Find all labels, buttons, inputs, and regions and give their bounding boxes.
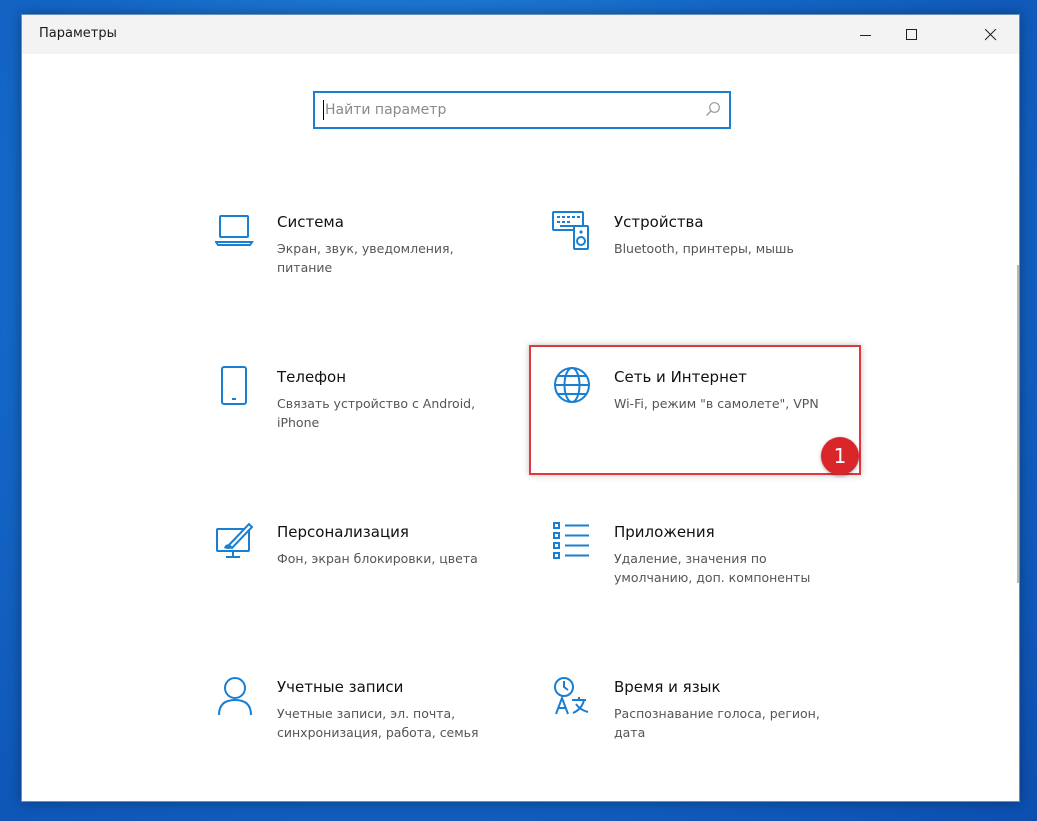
close-button[interactable] <box>968 15 1014 54</box>
tile-phone[interactable]: Телефон Связать устройство с Android, iP… <box>215 366 515 466</box>
tile-title: Персонализация <box>277 523 409 541</box>
tile-description: Распознавание голоса, регион, дата <box>614 706 820 740</box>
tile-description: Учетные записи, эл. почта, синхронизация… <box>277 706 479 740</box>
apps-list-icon <box>552 521 592 561</box>
highlight-frame <box>529 345 861 475</box>
tile-title: Время и язык <box>614 678 721 696</box>
window-title: Параметры <box>39 26 117 41</box>
tile-title: Устройства <box>614 213 704 231</box>
maximize-button[interactable] <box>889 15 935 54</box>
tile-title: Телефон <box>277 368 347 386</box>
tile-title: Система <box>277 213 344 231</box>
tile-description: Связать устройство с Android, iPhone <box>277 396 476 430</box>
tile-description: Фон, экран блокировки, цвета <box>277 551 478 566</box>
time-language-icon <box>552 676 592 716</box>
search-input[interactable] <box>325 93 695 127</box>
person-icon <box>215 676 255 716</box>
phone-icon <box>215 366 255 406</box>
tile-apps[interactable]: Приложения Удаление, значения по умолчан… <box>552 521 852 621</box>
title-bar[interactable]: Параметры <box>22 15 1019 54</box>
tile-description: Экран, звук, уведомления, питание <box>277 241 454 275</box>
settings-window: Параметры Система Экран, звук, уведомлен… <box>21 14 1020 802</box>
tile-devices[interactable]: Устройства Bluetooth, принтеры, мышь <box>552 211 852 311</box>
text-caret <box>323 100 324 120</box>
personalization-icon <box>215 521 255 561</box>
tile-time-language[interactable]: Время и язык Распознавание голоса, регио… <box>552 676 852 776</box>
devices-icon <box>552 211 592 251</box>
maximize-icon <box>906 28 917 40</box>
tile-description: Удаление, значения по умолчанию, доп. ко… <box>614 551 811 585</box>
tile-title: Приложения <box>614 523 715 541</box>
step-badge: 1 <box>821 437 859 475</box>
tile-system[interactable]: Система Экран, звук, уведомления, питани… <box>214 211 515 311</box>
minimize-button[interactable] <box>843 15 889 54</box>
close-icon <box>985 28 997 40</box>
tile-accounts[interactable]: Учетные записи Учетные записи, эл. почта… <box>215 676 515 776</box>
scrollbar[interactable] <box>1017 265 1019 583</box>
search-icon <box>705 101 721 121</box>
minimize-icon <box>860 34 871 36</box>
tile-description: Bluetooth, принтеры, мышь <box>614 241 794 256</box>
laptop-icon <box>214 211 255 251</box>
search-box[interactable] <box>313 91 731 129</box>
tile-title: Учетные записи <box>277 678 404 696</box>
tile-personalization[interactable]: Персонализация Фон, экран блокировки, цв… <box>215 521 515 621</box>
